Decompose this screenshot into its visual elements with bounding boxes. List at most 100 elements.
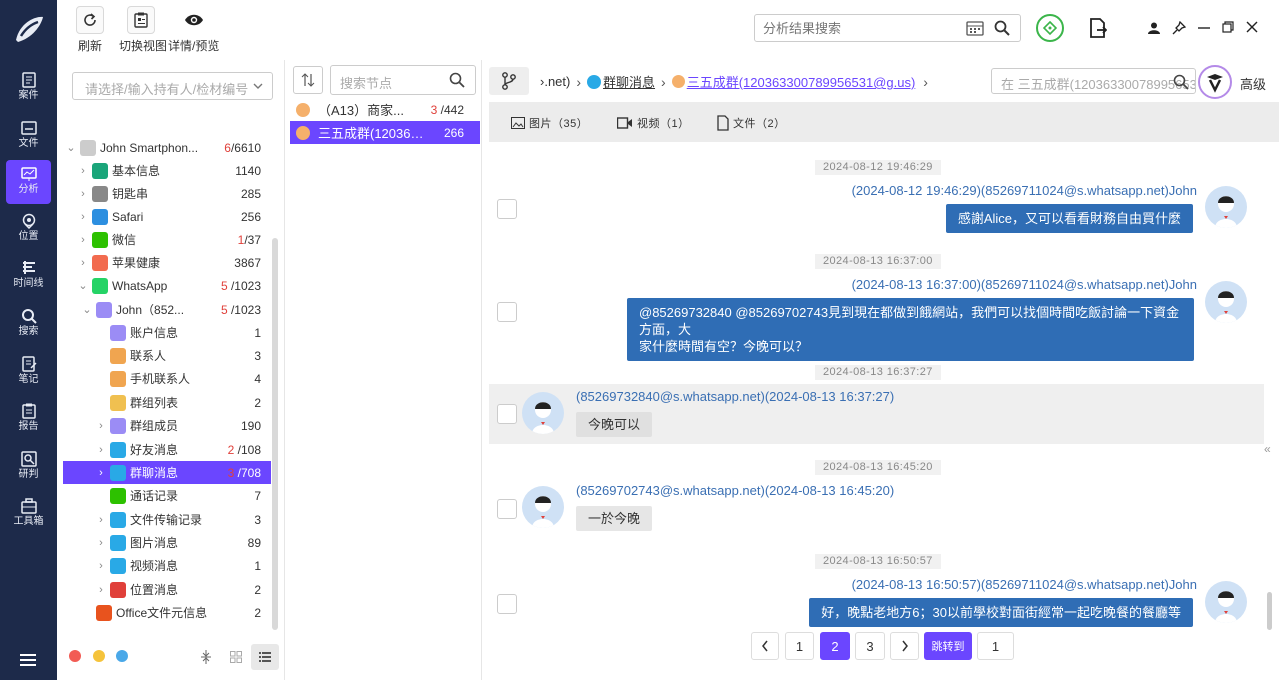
nav-timeline[interactable]: 时间线	[6, 254, 51, 298]
message-checkbox[interactable]	[497, 594, 517, 614]
node-search[interactable]: 搜索节点	[330, 65, 476, 95]
blue-dot[interactable]	[116, 650, 128, 662]
tree-item[interactable]: ⌄ John（852... 5 /1023	[63, 298, 271, 321]
analysis-search-input[interactable]	[755, 15, 955, 41]
tree-scrollbar[interactable]	[272, 238, 278, 630]
collapse-panel-icon[interactable]: «	[1264, 442, 1271, 456]
breadcrumb-current[interactable]: 三五成群(120363300789956531@g.us)	[687, 72, 916, 91]
chevron-icon[interactable]: ›	[95, 514, 107, 526]
message-bubble[interactable]: 感謝Alice，又可以看看財務自由買什麼	[945, 204, 1193, 233]
ai-assistant-icon[interactable]	[1198, 65, 1232, 99]
message-checkbox[interactable]	[497, 199, 517, 219]
page-1-button[interactable]: 1	[785, 632, 814, 660]
search-icon[interactable]	[1173, 74, 1189, 90]
chevron-icon[interactable]: ⌄	[65, 141, 77, 154]
advanced-search-link[interactable]: 高级	[1240, 74, 1266, 93]
chevron-icon[interactable]: ›	[95, 560, 107, 572]
chevron-icon[interactable]: ›	[95, 584, 107, 596]
breadcrumb-part[interactable]: ›.net)	[540, 74, 570, 89]
conversation-item-selected[interactable]: 三五成群(1203633... 266	[290, 121, 480, 144]
tree-item[interactable]: 账户信息 1	[63, 321, 271, 344]
nav-toolbox[interactable]: 工具箱	[6, 492, 51, 536]
grid-view-button[interactable]	[222, 644, 250, 670]
breadcrumb-part[interactable]: 群聊消息	[603, 72, 655, 91]
tree-item[interactable]: 手机联系人 4	[63, 367, 271, 390]
page-2-button[interactable]: 2	[820, 632, 850, 660]
chevron-icon[interactable]: ›	[95, 444, 107, 456]
page-3-button[interactable]: 3	[855, 632, 885, 660]
collapse-all-button[interactable]	[192, 644, 220, 670]
tree-item[interactable]: › 位置消息 2	[63, 578, 271, 601]
tree-item[interactable]: ⌄ WhatsApp 5 /1023	[63, 274, 271, 297]
chevron-icon[interactable]: ›	[95, 467, 107, 479]
message-bubble[interactable]: 好，晚點老地方6；30以前學校對面街經常一起吃晚餐的餐廳等	[809, 598, 1193, 627]
tree-item[interactable]: Office文件元信息 2	[63, 601, 271, 624]
detail-preview-button[interactable]: 详情/预览	[168, 6, 219, 54]
chevron-icon[interactable]: ⌄	[81, 303, 93, 316]
tree-item[interactable]: › Safari 256	[63, 205, 271, 228]
message-scrollbar[interactable]	[1267, 592, 1272, 630]
chevron-icon[interactable]: ›	[77, 165, 89, 177]
calendar-icon[interactable]	[966, 20, 984, 36]
tree-item[interactable]: 群组列表 2	[63, 391, 271, 414]
tree-item[interactable]: › 群聊消息 3 /708	[63, 461, 271, 484]
search-icon[interactable]	[449, 72, 465, 88]
menu-icon[interactable]	[20, 654, 36, 669]
chevron-icon[interactable]: ›	[77, 257, 89, 269]
tree-item[interactable]: › 钥匙串 285	[63, 182, 271, 205]
tree-item[interactable]: ⌄ John Smartphon... 6/6610	[63, 136, 271, 159]
pin-icon[interactable]	[1172, 21, 1186, 35]
chat-search[interactable]: 在 三五成群(120363300789956531@g.us)中搜索	[991, 68, 1196, 94]
tree-item[interactable]: › 群组成员 190	[63, 414, 271, 437]
yellow-dot[interactable]	[93, 650, 105, 662]
tree-item[interactable]: › 视频消息 1	[63, 554, 271, 577]
tree-item[interactable]: 联系人 3	[63, 344, 271, 367]
tree-item[interactable]: › 图片消息 89	[63, 531, 271, 554]
nav-report[interactable]: 报告	[6, 397, 51, 441]
nav-location[interactable]: 位置	[6, 207, 51, 251]
holder-select[interactable]: 请选择/输入持有人/检材编号	[72, 72, 273, 100]
branch-button[interactable]	[489, 67, 529, 95]
message-checkbox[interactable]	[497, 499, 517, 519]
nav-analysis[interactable]: 分析	[6, 160, 51, 204]
file-tab[interactable]: 文件（2）	[717, 115, 786, 131]
jump-to-button[interactable]: 跳转到	[924, 632, 972, 660]
export-icon[interactable]	[1089, 18, 1107, 38]
jump-page-input[interactable]: 1	[977, 632, 1014, 660]
message-bubble[interactable]: @85269732840 @85269702743見到現在都做到餓網站，我們可以…	[627, 298, 1194, 361]
chevron-icon[interactable]: ›	[77, 211, 89, 223]
message-bubble[interactable]: 今晚可以	[576, 412, 653, 437]
tree-item[interactable]: 通话记录 7	[63, 484, 271, 507]
chevron-icon[interactable]: ›	[77, 234, 89, 246]
minimize-icon[interactable]	[1198, 27, 1210, 29]
tree-item[interactable]: › 苹果健康 3867	[63, 251, 271, 274]
message-checkbox[interactable]	[497, 302, 517, 322]
refresh-button[interactable]: 刷新	[76, 6, 104, 54]
sort-button[interactable]	[293, 66, 323, 94]
prev-page-button[interactable]	[751, 632, 779, 660]
tree-item[interactable]: › 好友消息 2 /108	[63, 438, 271, 461]
chevron-icon[interactable]: ›	[95, 537, 107, 549]
message-bubble[interactable]: 一於今晚	[576, 506, 653, 531]
nav-judge[interactable]: 研判	[6, 445, 51, 489]
nav-note[interactable]: 笔记	[6, 350, 51, 394]
nav-case[interactable]: 案件	[6, 66, 51, 110]
switch-view-button[interactable]: 切换视图	[119, 6, 167, 54]
list-view-button[interactable]	[251, 644, 279, 670]
tag-button[interactable]	[1036, 14, 1064, 42]
analysis-search[interactable]	[754, 14, 1021, 42]
image-tab[interactable]: 图片（35）	[511, 115, 588, 131]
next-page-button[interactable]	[890, 632, 919, 660]
close-icon[interactable]	[1246, 21, 1258, 33]
chevron-icon[interactable]: ⌄	[77, 279, 89, 292]
tree-item[interactable]: › 微信 1/37	[63, 228, 271, 251]
video-tab[interactable]: 视频（1）	[617, 115, 690, 131]
conversation-item[interactable]: （A13）商家... 3 /442	[290, 98, 480, 121]
nav-search[interactable]: 搜索	[6, 302, 51, 346]
red-dot[interactable]	[69, 650, 81, 662]
chevron-icon[interactable]: ›	[95, 420, 107, 432]
restore-icon[interactable]	[1222, 21, 1234, 33]
nav-file[interactable]: 文件	[6, 114, 51, 158]
search-icon[interactable]	[994, 20, 1010, 36]
chevron-icon[interactable]: ›	[77, 188, 89, 200]
